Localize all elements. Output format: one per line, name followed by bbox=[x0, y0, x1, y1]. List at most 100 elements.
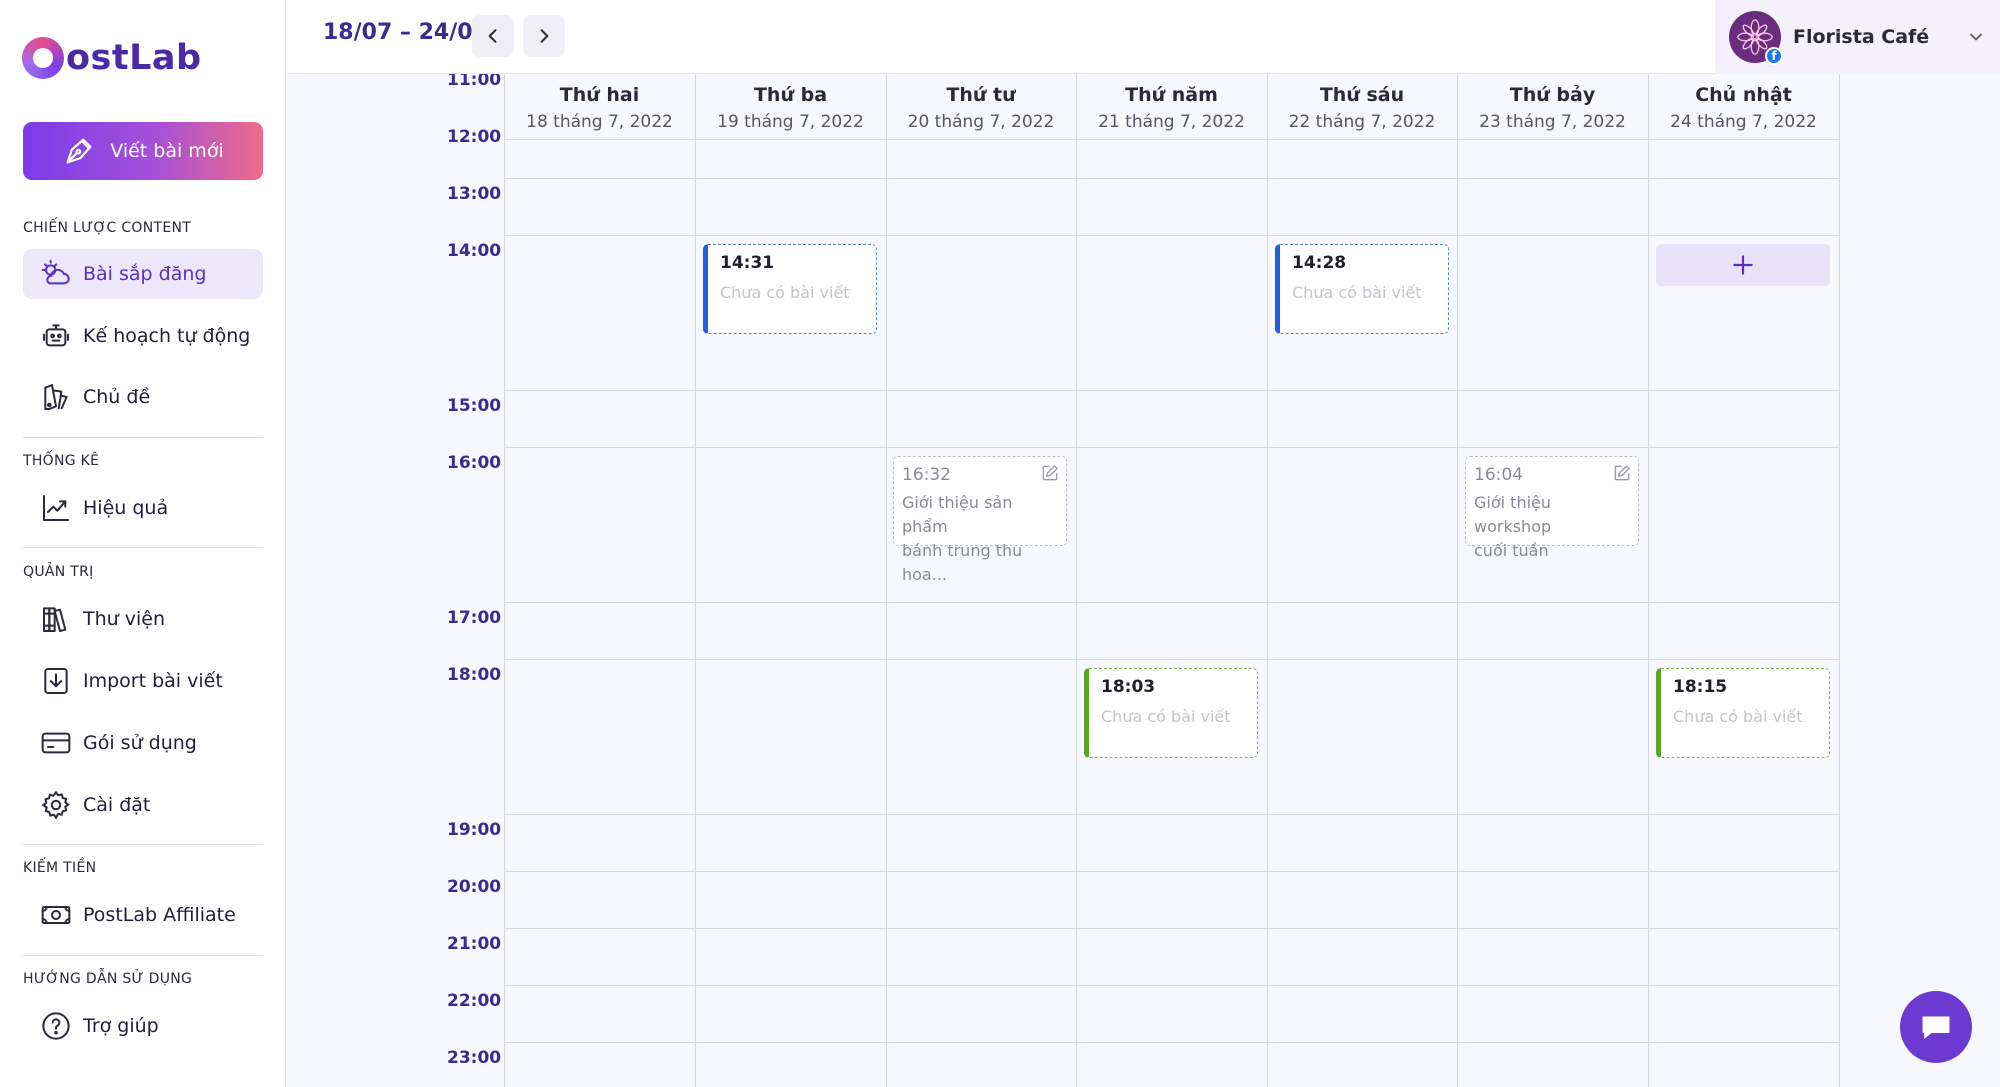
sidebar-item-label: Import bài viết bbox=[83, 670, 223, 692]
sidebar-item-performance[interactable]: Hiệu quả bbox=[23, 483, 263, 533]
day-column bbox=[696, 74, 887, 1087]
day-header: Thứ bảy 23 tháng 7, 2022 bbox=[1457, 74, 1648, 140]
chat-button[interactable] bbox=[1900, 991, 1972, 1063]
draft-post-card[interactable]: 16:32 Giới thiệu sản phẩm bánh trung thu… bbox=[893, 456, 1067, 584]
hour-line bbox=[504, 659, 1839, 660]
day-name: Thứ ba bbox=[753, 84, 828, 106]
sidebar-item-label: Trợ giúp bbox=[83, 1015, 159, 1037]
hour-line bbox=[504, 178, 1839, 179]
day-header: Thứ sáu 22 tháng 7, 2022 bbox=[1267, 74, 1457, 140]
day-name: Thứ sáu bbox=[1319, 84, 1405, 106]
day-date: 19 tháng 7, 2022 bbox=[717, 112, 864, 132]
sidebar-item-plans[interactable]: Gói sử dụng bbox=[23, 718, 263, 768]
day-date: 20 tháng 7, 2022 bbox=[907, 112, 1055, 132]
sidebar-item-label: Hiệu quả bbox=[83, 497, 169, 519]
day-date: 22 tháng 7, 2022 bbox=[1288, 112, 1436, 132]
new-post-button[interactable]: Viết bài mới bbox=[23, 122, 263, 180]
slot-status: Chưa có bài viết bbox=[1673, 707, 1803, 726]
sidebar-item-auto-plan[interactable]: Kế hoạch tự động bbox=[23, 311, 263, 361]
slot-time: 18:03 bbox=[1101, 677, 1156, 697]
empty-post-slot[interactable]: 18:15 Chưa có bài viết bbox=[1656, 668, 1830, 758]
slot-status: Chưa có bài viết bbox=[720, 283, 850, 302]
hour-line bbox=[504, 814, 1839, 815]
topbar: 18/07 – 24/07 f Florista Café bbox=[287, 0, 2000, 74]
add-slot-button[interactable] bbox=[1656, 244, 1830, 286]
chevron-left-icon bbox=[488, 29, 497, 43]
day-column bbox=[1268, 74, 1458, 1087]
hour-line bbox=[504, 602, 1839, 603]
hour-line bbox=[504, 235, 1839, 236]
sidebar-divider bbox=[23, 437, 263, 438]
sidebar-divider bbox=[23, 844, 263, 845]
facebook-icon: f bbox=[1765, 47, 1783, 65]
sidebar-item-label: Bài sắp đăng bbox=[83, 263, 207, 285]
postlab-logo[interactable]: ostLab bbox=[22, 34, 202, 82]
edit-icon[interactable] bbox=[1612, 463, 1632, 483]
sidebar-divider bbox=[23, 955, 263, 956]
pen-icon bbox=[66, 138, 92, 164]
sidebar-item-label: Thư viện bbox=[83, 608, 165, 630]
sidebar-divider bbox=[23, 547, 263, 548]
day-header: Thứ ba 19 tháng 7, 2022 bbox=[695, 74, 886, 140]
day-column bbox=[505, 74, 696, 1087]
hour-line bbox=[504, 1042, 1839, 1043]
day-column bbox=[1458, 74, 1649, 1087]
day-name: Thứ tư bbox=[946, 84, 1016, 106]
slot-time: 14:31 bbox=[720, 253, 775, 273]
calendar-grid bbox=[504, 74, 1840, 1087]
sidebar-item-topics[interactable]: Chủ đề bbox=[23, 372, 263, 422]
day-date: 24 tháng 7, 2022 bbox=[1670, 112, 1817, 132]
account-avatar: f bbox=[1729, 11, 1783, 65]
sidebar-item-library[interactable]: Thư viện bbox=[23, 594, 263, 644]
empty-post-slot[interactable]: 14:31 Chưa có bài viết bbox=[703, 244, 877, 334]
day-name: Thứ năm bbox=[1125, 84, 1218, 106]
draft-time: 16:32 bbox=[902, 465, 951, 485]
swatch-icon bbox=[39, 380, 73, 414]
cash-icon bbox=[39, 898, 73, 932]
draft-title-line: Giới thiệu workshop bbox=[1474, 493, 1552, 536]
logo-text: ostLab bbox=[66, 38, 202, 78]
next-week-button[interactable] bbox=[523, 15, 565, 57]
slot-status: Chưa có bài viết bbox=[1292, 283, 1422, 302]
section-title-earn: KIẾM TIỀN bbox=[23, 860, 97, 876]
cloud-sun-icon bbox=[39, 257, 73, 291]
day-date: 21 tháng 7, 2022 bbox=[1098, 112, 1245, 132]
sidebar-item-label: PostLab Affiliate bbox=[83, 904, 236, 926]
day-header: Thứ tư 20 tháng 7, 2022 bbox=[886, 74, 1076, 140]
hour-line bbox=[504, 390, 1839, 391]
sidebar-item-affiliate[interactable]: PostLab Affiliate bbox=[23, 890, 263, 940]
sidebar-item-settings[interactable]: Cài đặt bbox=[23, 780, 263, 830]
prev-week-button[interactable] bbox=[472, 15, 514, 57]
day-date: 18 tháng 7, 2022 bbox=[526, 112, 673, 132]
sidebar-item-label: Gói sử dụng bbox=[83, 732, 197, 754]
hour-line bbox=[504, 447, 1839, 448]
chart-line-icon bbox=[39, 491, 73, 525]
plus-icon bbox=[1733, 255, 1753, 275]
empty-post-slot[interactable]: 18:03 Chưa có bài viết bbox=[1084, 668, 1258, 758]
draft-title: Giới thiệu sản phẩm bánh trung thu hoa..… bbox=[902, 491, 1058, 587]
sidebar-item-label: Cài đặt bbox=[83, 794, 151, 816]
new-post-label: Viết bài mới bbox=[110, 140, 224, 162]
chevron-down-icon bbox=[1970, 33, 1982, 41]
day-name: Thứ hai bbox=[559, 84, 640, 106]
sidebar: ostLab Viết bài mới CHIẾN LƯỢC CONTENT B… bbox=[0, 0, 286, 1087]
day-column bbox=[1077, 74, 1268, 1087]
sidebar-item-import[interactable]: Import bài viết bbox=[23, 656, 263, 706]
books-icon bbox=[39, 602, 73, 636]
empty-post-slot[interactable]: 14:28 Chưa có bài viết bbox=[1275, 244, 1449, 334]
day-header: Thứ hai 18 tháng 7, 2022 bbox=[504, 74, 695, 140]
chevron-right-icon bbox=[540, 29, 549, 43]
chat-bubble-icon bbox=[1922, 1016, 1950, 1039]
gear-icon bbox=[39, 788, 73, 822]
sidebar-item-label: Kế hoạch tự động bbox=[83, 325, 251, 347]
sidebar-item-help[interactable]: Trợ giúp bbox=[23, 1001, 263, 1051]
sidebar-item-scheduled[interactable]: Bài sắp đăng bbox=[23, 249, 263, 299]
help-icon bbox=[39, 1009, 73, 1043]
hour-line bbox=[504, 871, 1839, 872]
credit-card-icon bbox=[39, 726, 73, 760]
account-switcher[interactable]: f Florista Café bbox=[1715, 0, 2000, 74]
edit-icon[interactable] bbox=[1040, 463, 1060, 483]
robot-icon bbox=[39, 319, 73, 353]
draft-post-card[interactable]: 16:04 Giới thiệu workshop cuối tuần bbox=[1465, 456, 1639, 560]
day-header: Chủ nhật 24 tháng 7, 2022 bbox=[1648, 74, 1839, 140]
